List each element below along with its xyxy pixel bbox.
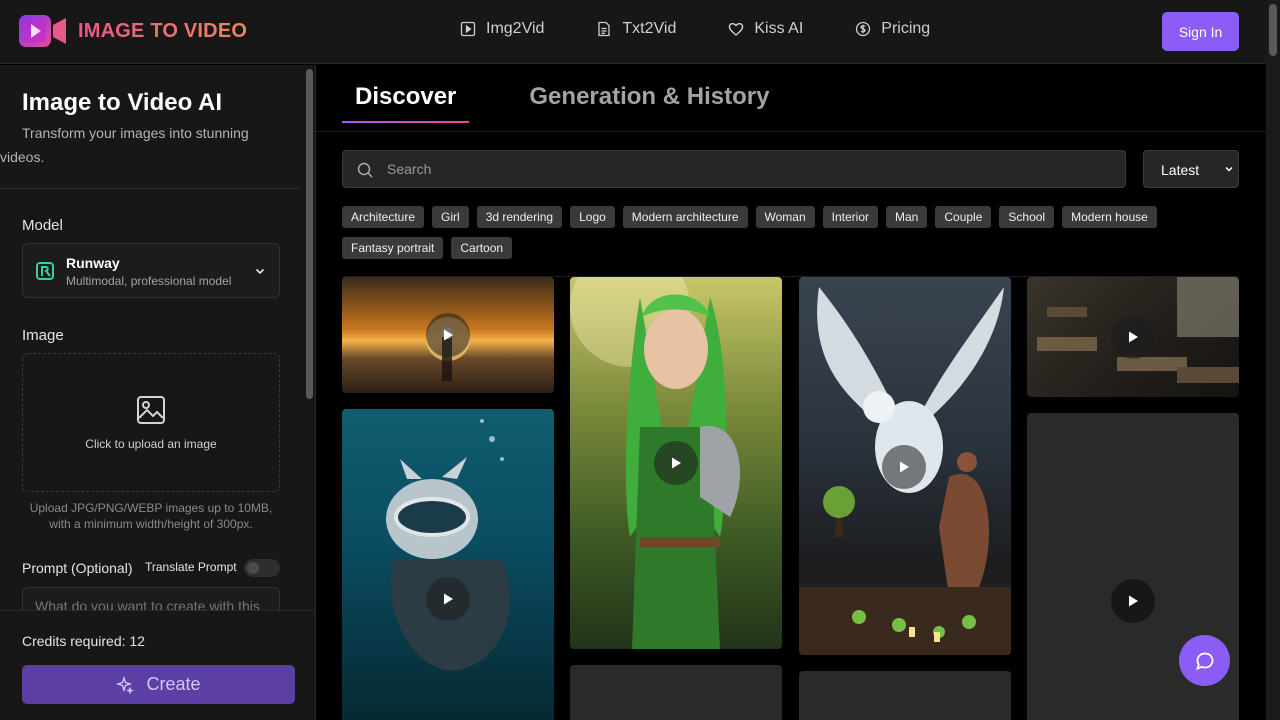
play-button[interactable] bbox=[882, 445, 926, 489]
tag-cartoon[interactable]: Cartoon bbox=[451, 237, 513, 259]
sidebar-description-line1: Transform your images into stunning bbox=[22, 125, 249, 141]
nav-kiss-ai-label: Kiss AI bbox=[754, 20, 804, 37]
sort-select[interactable]: Latest bbox=[1143, 150, 1239, 188]
gallery-card-loading[interactable] bbox=[799, 671, 1011, 720]
brand-logo-icon bbox=[18, 12, 68, 50]
tag-interior[interactable]: Interior bbox=[822, 206, 879, 228]
play-icon bbox=[1129, 331, 1138, 343]
play-button[interactable] bbox=[426, 577, 470, 621]
document-icon bbox=[598, 21, 611, 37]
play-icon bbox=[444, 329, 453, 341]
tab-generation-history[interactable]: Generation & History bbox=[516, 65, 782, 123]
credits-required: Credits required: 12 bbox=[22, 633, 145, 649]
prompt-label: Prompt (Optional) bbox=[22, 560, 133, 576]
model-subtitle: Multimodal, professional model bbox=[66, 274, 232, 288]
sidebar-footer: Credits required: 12 Create bbox=[0, 610, 315, 720]
model-name: Runway bbox=[66, 255, 120, 271]
page-scrollbar-thumb[interactable] bbox=[1269, 4, 1277, 56]
create-button-label: Create bbox=[146, 674, 201, 694]
tag-girl[interactable]: Girl bbox=[432, 206, 469, 228]
sidebar-scrollbar-thumb[interactable] bbox=[306, 69, 313, 399]
sidebar-description-line2: videos. bbox=[0, 149, 45, 165]
tag-logo[interactable]: Logo bbox=[570, 206, 615, 228]
brand-logo[interactable]: IMAGE TO VIDEO bbox=[18, 12, 247, 50]
nav-txt2vid[interactable]: Txt2Vid bbox=[596, 20, 676, 38]
gallery-card-eagle-warrior[interactable] bbox=[799, 277, 1011, 655]
search-box bbox=[342, 150, 1126, 188]
video-icon bbox=[460, 21, 476, 37]
chat-support-button[interactable] bbox=[1179, 635, 1230, 686]
sparkle-icon bbox=[116, 675, 135, 694]
play-icon bbox=[1129, 595, 1138, 607]
tag-architecture[interactable]: Architecture bbox=[342, 206, 425, 228]
gallery-card-diver-cat[interactable] bbox=[342, 409, 554, 720]
sidebar-divider bbox=[0, 188, 300, 189]
search-icon bbox=[357, 162, 373, 178]
play-icon bbox=[900, 461, 909, 473]
gallery-card-desert-sunset[interactable] bbox=[342, 277, 554, 393]
nav-pricing-label: Pricing bbox=[881, 20, 931, 37]
play-icon bbox=[672, 457, 681, 469]
sort-select-value: Latest bbox=[1161, 162, 1200, 178]
sidebar-description: Transform your images into stunning vide… bbox=[0, 121, 290, 169]
upload-requirements-note: Upload JPG/PNG/WEBP images up to 10MB, w… bbox=[29, 501, 273, 531]
generator-sidebar: Image to Video AI Transform your images … bbox=[0, 65, 316, 720]
main-nav: Img2Vid Txt2Vid Kiss AI Pricing bbox=[460, 20, 930, 38]
page-scrollbar[interactable] bbox=[1266, 0, 1280, 720]
brand-name: IMAGE TO VIDEO bbox=[78, 19, 248, 42]
play-button[interactable] bbox=[426, 313, 470, 357]
heart-icon bbox=[729, 22, 744, 36]
nav-kiss-ai[interactable]: Kiss AI bbox=[728, 20, 803, 38]
tag-fantasy-portrait[interactable]: Fantasy portrait bbox=[342, 237, 444, 259]
sign-in-button[interactable]: Sign In bbox=[1162, 12, 1239, 51]
play-icon bbox=[444, 593, 453, 605]
top-header: IMAGE TO VIDEO Img2Vid Txt2Vid Kiss AI P… bbox=[0, 0, 1280, 64]
sidebar-title: Image to Video AI bbox=[22, 89, 223, 116]
image-upload-dropzone[interactable]: Click to upload an image bbox=[22, 353, 280, 492]
play-button[interactable] bbox=[654, 441, 698, 485]
tag-filter-list: Architecture Girl 3d rendering Logo Mode… bbox=[342, 206, 1222, 259]
model-label: Model bbox=[22, 217, 63, 234]
tag-school[interactable]: School bbox=[999, 206, 1055, 228]
tag-3d-rendering[interactable]: 3d rendering bbox=[476, 206, 563, 228]
nav-txt2vid-label: Txt2Vid bbox=[622, 20, 677, 37]
coin-icon bbox=[856, 21, 871, 37]
tab-discover[interactable]: Discover bbox=[342, 65, 470, 123]
nav-img2vid[interactable]: Img2Vid bbox=[460, 20, 544, 38]
tabs-divider bbox=[316, 131, 1266, 132]
chevron-down-icon bbox=[1225, 166, 1233, 172]
runway-logo-icon bbox=[36, 262, 54, 280]
tag-man[interactable]: Man bbox=[886, 206, 928, 228]
tag-modern-architecture[interactable]: Modern architecture bbox=[622, 206, 748, 228]
chevron-down-icon bbox=[255, 268, 265, 275]
create-button[interactable]: Create bbox=[22, 665, 295, 704]
main-tabs: Discover Generation & History bbox=[342, 65, 782, 131]
translate-prompt-toggle[interactable] bbox=[244, 559, 280, 577]
tag-modern-house[interactable]: Modern house bbox=[1062, 206, 1157, 228]
chat-bubble-icon bbox=[1195, 652, 1213, 670]
image-icon bbox=[137, 396, 165, 424]
gallery-card-loading[interactable] bbox=[570, 665, 782, 720]
image-label: Image bbox=[22, 327, 64, 344]
play-button[interactable] bbox=[1111, 315, 1155, 359]
play-button[interactable] bbox=[1111, 579, 1155, 623]
search-input[interactable] bbox=[387, 151, 1107, 187]
translate-prompt-label: Translate Prompt bbox=[145, 560, 237, 574]
sidebar-scrollbar[interactable] bbox=[303, 65, 315, 610]
upload-prompt-text: Click to upload an image bbox=[85, 437, 217, 451]
nav-pricing[interactable]: Pricing bbox=[855, 20, 930, 38]
gallery-card-elf-warrior[interactable] bbox=[570, 277, 782, 649]
tag-woman[interactable]: Woman bbox=[755, 206, 815, 228]
tag-couple[interactable]: Couple bbox=[935, 206, 992, 228]
nav-img2vid-label: Img2Vid bbox=[486, 20, 545, 37]
diver-cat-image bbox=[386, 419, 510, 671]
model-select[interactable]: Runway Multimodal, professional model bbox=[22, 243, 280, 298]
discover-panel: Discover Generation & History Latest Arc… bbox=[316, 65, 1266, 720]
gallery-card-abandoned-classroom[interactable] bbox=[1027, 277, 1239, 397]
